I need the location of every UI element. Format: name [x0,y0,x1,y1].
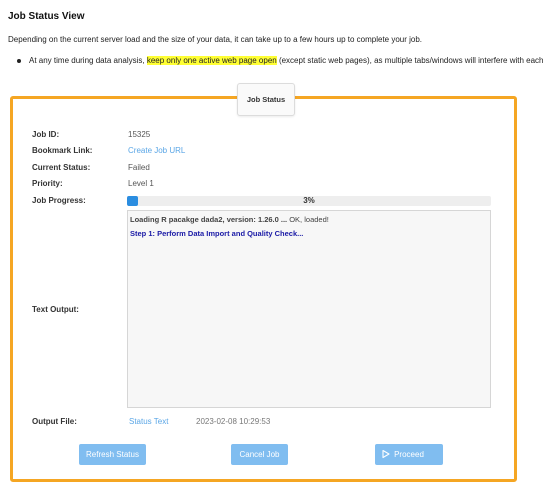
job-progress-text: 3% [303,196,315,205]
bookmark-link-label: Bookmark Link: [32,146,93,155]
output-line-1-bold: Loading R pacakge dada2, version: 1.26.0… [130,215,288,224]
priority-label: Priority: [32,179,63,188]
output-file-label: Output File: [32,417,77,426]
play-icon [382,449,390,459]
status-text-link[interactable]: Status Text [129,417,168,426]
cancel-job-button[interactable]: Cancel Job [231,444,288,465]
create-job-url-link[interactable]: Create Job URL [128,146,185,155]
output-line-2: Step 1: Perform Data Import and Quality … [130,229,304,238]
text-output-label: Text Output: [32,305,79,314]
bullet-dot-icon [17,58,21,63]
warning-bullet: At any time during data analysis, keep o… [17,56,543,68]
job-id-value: 15325 [128,130,151,139]
intro-text: Depending on the current server load and… [8,35,423,44]
job-id-label: Job ID: [32,130,60,139]
job-status-panel: Job Status Job ID: 15325 Bookmark Link: … [10,83,517,482]
output-line-1: Loading R pacakge dada2, version: 1.26.0… [130,215,490,224]
proceed-button[interactable]: Proceed [375,444,443,465]
proceed-label: Proceed [394,450,424,459]
job-progress-label: Job Progress: [32,196,86,205]
current-status-label: Current Status: [32,163,91,172]
refresh-status-button[interactable]: Refresh Status [79,444,146,465]
bullet-highlight: keep only one active web page open [146,56,277,65]
bullet-text-end: (except static web pages), as multiple t… [278,56,543,65]
current-status-value: Failed [128,163,150,172]
output-line-1-rest: OK, loaded! [287,215,329,224]
priority-value: Level 1 [128,179,154,188]
text-output-box[interactable]: Loading R pacakge dada2, version: 1.26.0… [127,210,491,408]
page-title: Job Status View [8,11,85,22]
job-status-tab[interactable]: Job Status [237,83,295,116]
output-file-timestamp: 2023-02-08 10:29:53 [196,417,271,426]
bullet-text-start: At any time during data analysis, [29,56,147,65]
job-progress-bar: 3% [127,196,491,206]
